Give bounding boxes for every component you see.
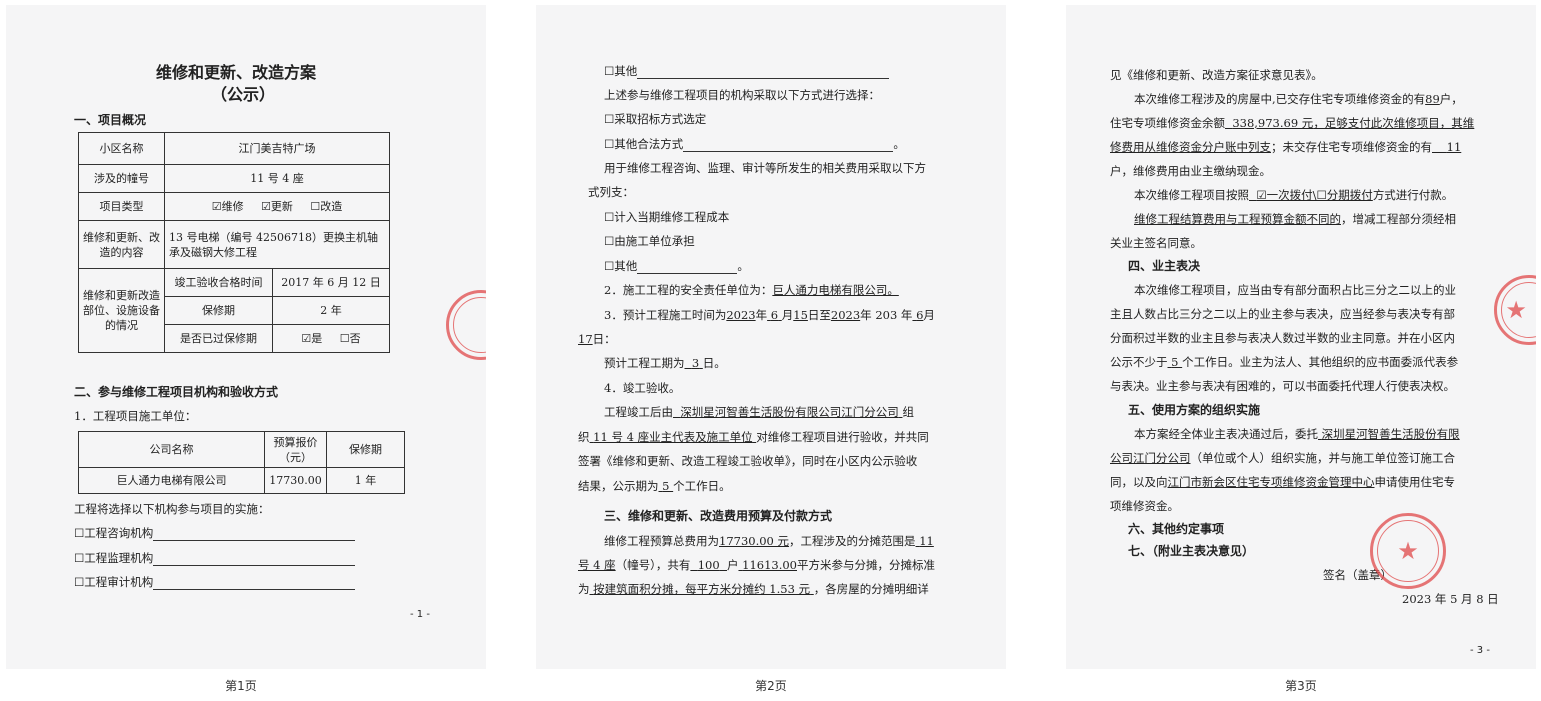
td-warranty: 1 年: [326, 467, 405, 494]
p3-line: 维修工程结算费用与工程预算金额不同的，增减工程部分须经相: [1134, 212, 1456, 226]
page-number: - 1 -: [410, 609, 430, 620]
p3-line: 本次维修工程项目按照 ☑一次拨付\☐分期拨付方式进行付款。: [1134, 188, 1454, 202]
cell-value: ☑是 ☐否: [272, 324, 390, 353]
section-6-heading: 六、其他约定事项: [1128, 522, 1225, 536]
checkbox-yes: ☑是: [301, 332, 323, 345]
cell-label: 项目类型: [78, 192, 165, 221]
th-price: 预算报价（元）: [264, 431, 327, 468]
cell-label: 维修和更新、改造的内容: [78, 220, 165, 269]
p3-line: 本次维修工程涉及的房屋中,已交存住宅专项维修资金的有89户，: [1134, 92, 1463, 106]
p3-line: 公司江门分公司（单位或个人）组织实施，并与施工单位签订施工合: [1110, 451, 1455, 465]
page-caption-3[interactable]: 第3页: [1066, 677, 1536, 694]
checkbox-repair: ☑维修: [211, 200, 244, 213]
checkbox-no: ☐否: [339, 332, 361, 345]
cell-label: 维修和更新改造部位、设施设备的情况: [78, 268, 165, 353]
p2-line: 号 4 座（幢号），共有 100 户 11613.00平方米参与分摊，分摊标准: [578, 558, 935, 572]
cell-value: 2017 年 6 月 12 日: [272, 268, 390, 297]
cell-label: 涉及的幢号: [78, 164, 165, 193]
td-price: 17730.00: [264, 467, 327, 494]
document-viewer: 维修和更新、改造方案 （公示） 一、项目概况 小区名称 江门美吉特广场 涉及的幢…: [0, 0, 1541, 701]
contractor-table: 公司名称 预算报价（元） 保修期 巨人通力电梯有限公司 17730.00 1 年: [78, 431, 405, 494]
p3-line: 与表决。业主参与表决有困难的，可以书面委托代理人行使表决权。: [1110, 379, 1455, 393]
page-caption-2[interactable]: 第2页: [536, 677, 1006, 694]
p2-line: ☐其他。: [604, 259, 749, 274]
th-company: 公司名称: [78, 431, 265, 468]
p3-line: 同，以及向江门市新会区住宅专项维修资金管理中心申请使用住宅专: [1110, 475, 1455, 489]
p2-line: ☐计入当期维修工程成本: [604, 210, 730, 224]
p3-line: 分面积过半数的业主且参与表决人数过半数的业主同意。并在小区内: [1110, 331, 1455, 345]
p2-line: ☐其他合法方式。: [604, 137, 905, 152]
page-caption-1[interactable]: 第1页: [6, 677, 476, 694]
p2-line: ☐采取招标方式选定: [604, 112, 707, 126]
section-7-heading: 七、（附业主表决意见）: [1128, 544, 1255, 558]
p2-line: 上述参与维修工程项目的机构采取以下方式进行选择：: [604, 88, 880, 102]
p2-line: 式列支：: [588, 185, 634, 199]
other-option: ☐其他: [604, 63, 890, 79]
cell-label: 竣工验收合格时间: [164, 268, 273, 297]
cell-label: 小区名称: [78, 132, 165, 165]
company-seal-stamp: ★: [1370, 513, 1446, 589]
cell-label: 是否已过保修期: [164, 324, 273, 353]
cell-value: 2 年: [272, 296, 390, 325]
p2-line: ☐由施工单位承担: [604, 234, 695, 248]
p2-line: 签署《维修和更新、改造工程竣工验收单》，同时在小区内公示验收: [578, 454, 918, 468]
cell-value: 13 号电梯（编号 42506718）更换主机轴承及磁钢大修工程: [164, 220, 390, 269]
org-consult: ☐工程咨询机构: [74, 525, 356, 541]
p3-line: 本次维修工程项目，应当由专有部分面积占比三分之二以上的业: [1134, 283, 1456, 297]
page-1: 维修和更新、改造方案 （公示） 一、项目概况 小区名称 江门美吉特广场 涉及的幢…: [6, 5, 486, 669]
section-3-heading: 三、维修和更新、改造费用预算及付款方式: [604, 509, 833, 523]
p3-line: 修费用从维修资金分户账中列支；未交存住宅专项维修资金的有 11: [1110, 140, 1462, 154]
page-1-container[interactable]: 维修和更新、改造方案 （公示） 一、项目概况 小区名称 江门美吉特广场 涉及的幢…: [6, 0, 486, 701]
sign-date: 2023 年 5 月 8 日: [1402, 592, 1499, 606]
p3-line: 项维修资金。: [1110, 499, 1179, 513]
page-2: ☐其他 上述参与维修工程项目的机构采取以下方式进行选择： ☐采取招标方式选定 ☐…: [536, 5, 1006, 669]
page-3-container[interactable]: 见《维修和更新、改造方案征求意见表》。 本次维修工程涉及的房屋中,已交存住宅专项…: [1066, 0, 1541, 701]
company-seal-stamp: ★: [1494, 275, 1536, 345]
p3-line: 本方案经全体业主表决通过后，委托 深圳星河智善生活股份有限: [1134, 427, 1460, 441]
p2-line: 用于维修工程咨询、监理、审计等所发生的相关费用采取以下方: [604, 161, 926, 175]
checkbox-renovate: ☐改造: [310, 200, 343, 213]
p3-line: 主且人数占比三分之二以上的业主参与表决，应当经参与表决专有部: [1110, 307, 1455, 321]
section-5-heading: 五、使用方案的组织实施: [1128, 403, 1261, 417]
doc-subtitle: （公示）: [211, 85, 276, 104]
p2-line: 工程竣工后由 深圳星河智善生活股份有限公司江门分公司 组: [604, 405, 914, 419]
p2-line: 17日：: [578, 332, 616, 346]
cell-value: 11 号 4 座: [164, 164, 390, 193]
section-2-heading: 二、参与维修工程项目机构和验收方式: [74, 385, 279, 399]
p3-line: 关业主签名同意。: [1110, 236, 1202, 250]
th-warranty: 保修期: [326, 431, 405, 468]
p2-line: 为 按建筑面积分摊，每平方米分摊约 1.53 元 ，各房屋的分摊明细详: [578, 582, 929, 596]
company-seal-stamp: [446, 290, 486, 360]
p3-line: 住宅专项维修资金余额 338,973.69 元，足够支付此次维修项目，其维: [1110, 116, 1475, 130]
section-4-heading: 四、业主表决: [1128, 259, 1201, 273]
p2-line: 3．预计工程施工时间为2023年 6 月15日至2023年 203 年 6月: [604, 308, 935, 322]
p3-line: 公示不少于 5 个工作日。业主为法人、其他组织的应书面委派代表参: [1110, 355, 1459, 369]
org-audit: ☐工程审计机构: [74, 574, 356, 590]
section-1-heading: 一、项目概况: [74, 113, 147, 127]
page-number: - 3 -: [1470, 645, 1490, 656]
item-1-text: 1．工程项目施工单位：: [74, 409, 197, 423]
project-overview-table: 小区名称 江门美吉特广场 涉及的幢号 11 号 4 座 项目类型 ☑维修 ☑更新…: [78, 132, 390, 353]
p2-line: 结果，公示期为 5 个工作日。: [578, 479, 731, 493]
page-2-container[interactable]: ☐其他 上述参与维修工程项目的机构采取以下方式进行选择： ☐采取招标方式选定 ☐…: [536, 0, 1016, 701]
p2-line: 织 11 号 4 座业主代表及施工单位 对维修工程项目进行验收，并共同: [578, 430, 929, 444]
p2-line: 预计工程工期为 3 日。: [604, 356, 726, 370]
checkbox-update: ☑更新: [261, 200, 293, 213]
cell-value: 江门美吉特广场: [164, 132, 390, 165]
p3-line: 户，维修费用由业主缴纳现金。: [1110, 164, 1271, 178]
p3-line: 见《维修和更新、改造方案征求意见表》。: [1110, 68, 1323, 82]
page-3: 见《维修和更新、改造方案征求意见表》。 本次维修工程涉及的房屋中,已交存住宅专项…: [1066, 5, 1536, 669]
p2-line: 4．竣工验收。: [604, 381, 681, 395]
p2-line: 维修工程预算总费用为17730.00 元，工程涉及的分摊范围是 11: [604, 534, 934, 548]
select-orgs-text: 工程将选择以下机构参与项目的实施：: [74, 502, 270, 516]
cell-value: ☑维修 ☑更新 ☐改造: [164, 192, 390, 221]
td-company: 巨人通力电梯有限公司: [78, 467, 265, 494]
org-supervise: ☐工程监理机构: [74, 550, 356, 566]
doc-title: 维修和更新、改造方案: [156, 63, 317, 82]
star-icon: ★: [1397, 537, 1419, 565]
p2-line: 2．施工工程的安全责任单位为：巨人通力电梯有限公司。: [604, 283, 899, 297]
cell-label: 保修期: [164, 296, 273, 325]
star-icon: ★: [1505, 296, 1527, 324]
